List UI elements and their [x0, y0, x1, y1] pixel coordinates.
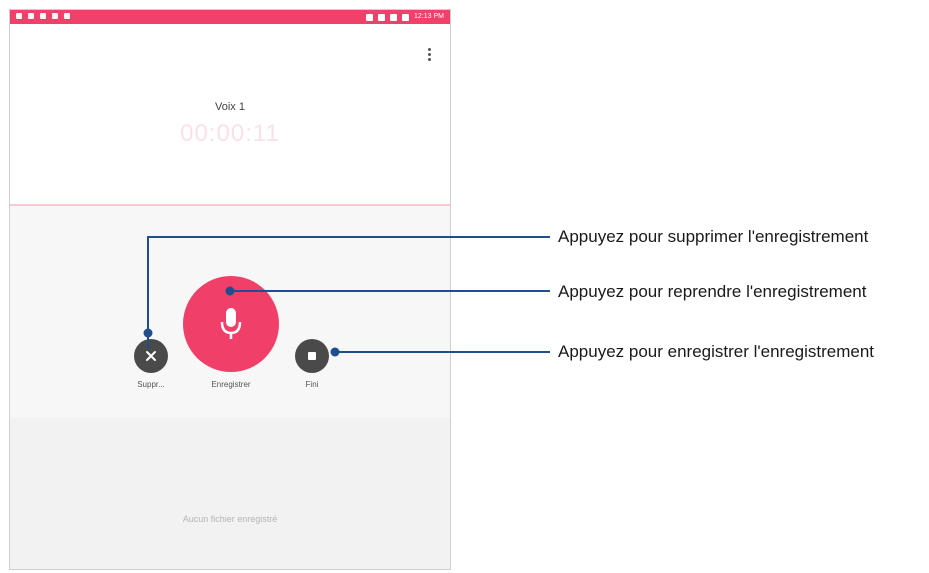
sim-icon [390, 13, 398, 21]
microphone-icon [220, 308, 242, 339]
callout-finish-text: Appuyez pour enregistrer l'enregistremen… [558, 342, 875, 361]
system-icons: 12:13 PM [366, 11, 444, 23]
stop-icon [308, 352, 316, 360]
status-time: 12:13 PM [414, 13, 444, 20]
wifi-icon [378, 13, 386, 21]
callout-delete-text: Appuyez pour supprimer l'enregistrement [558, 227, 869, 246]
recording-header: Voix 1 00:00:11 [10, 24, 450, 204]
finish-label: Fini [305, 380, 319, 389]
recorder-controls: Suppr... Enregistrer Fini [10, 206, 450, 418]
empty-state: Aucun fichier enregistré [182, 514, 278, 524]
status-bar: 12:13 PM [10, 10, 450, 24]
notification-icons [16, 13, 70, 21]
record-button[interactable] [183, 276, 279, 372]
lock-icon [64, 13, 70, 19]
notification-icon [16, 13, 22, 19]
phone-icon [52, 13, 58, 19]
recording-timer: 00:00:11 [180, 120, 280, 147]
recording-title: Voix 1 [215, 101, 245, 113]
recordings-list: Aucun fichier enregistré [10, 418, 450, 569]
more-vert-icon[interactable] [426, 48, 432, 62]
moon-icon [366, 13, 374, 21]
callout-resume-text: Appuyez pour reprendre l'enregistrement [558, 282, 867, 301]
battery-icon [402, 13, 410, 21]
cast-icon [40, 13, 46, 19]
delete-button[interactable] [134, 339, 168, 373]
finish-button[interactable] [295, 339, 329, 373]
record-label: Enregistrer [211, 380, 251, 389]
close-icon [146, 351, 156, 361]
download-icon [28, 13, 34, 19]
delete-label: Suppr... [137, 380, 165, 389]
tablet-screen: 12:13 PM Voix 1 00:00:11 Suppr... Enregi… [9, 9, 451, 570]
